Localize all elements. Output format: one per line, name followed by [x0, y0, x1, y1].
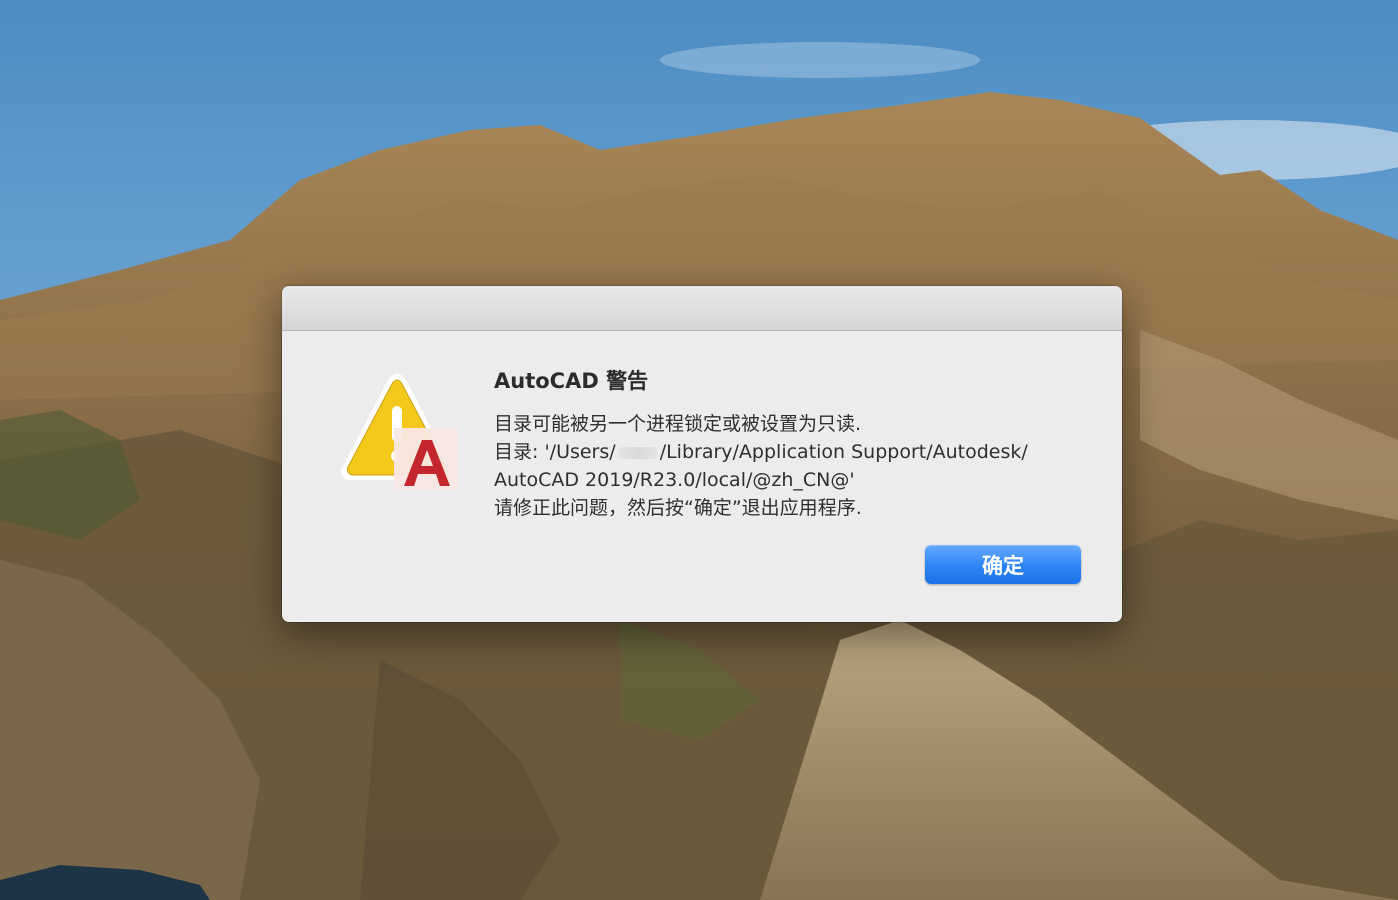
dialog-titlebar[interactable]: [282, 286, 1122, 331]
ok-button[interactable]: 确定: [925, 545, 1081, 584]
message-line-1: 目录可能被另一个进程锁定或被设置为只读.: [494, 413, 862, 435]
message-line-4: 请修正此问题，然后按“确定”退出应用程序.: [494, 497, 862, 519]
autocad-alert-dialog: AutoCAD 警告 目录可能被另一个进程锁定或被设置为只读. 目录: '/Us…: [282, 286, 1122, 622]
dialog-title: AutoCAD 警告: [494, 369, 649, 393]
message-line-2-suffix: /Library/Application Support/Autodesk/: [659, 441, 1028, 463]
message-line-3: AutoCAD 2019/R23.0/local/@zh_CN@': [494, 469, 855, 491]
message-line-2-prefix: 目录: '/Users/: [494, 441, 616, 463]
message-line-2: 目录: '/Users/ /Library/Application Support…: [494, 438, 1114, 466]
dialog-message: 目录可能被另一个进程锁定或被设置为只读. 目录: '/Users/ /Librar…: [494, 410, 1114, 522]
redacted-username: [618, 446, 657, 459]
warning-autocad-icon: [334, 370, 460, 492]
